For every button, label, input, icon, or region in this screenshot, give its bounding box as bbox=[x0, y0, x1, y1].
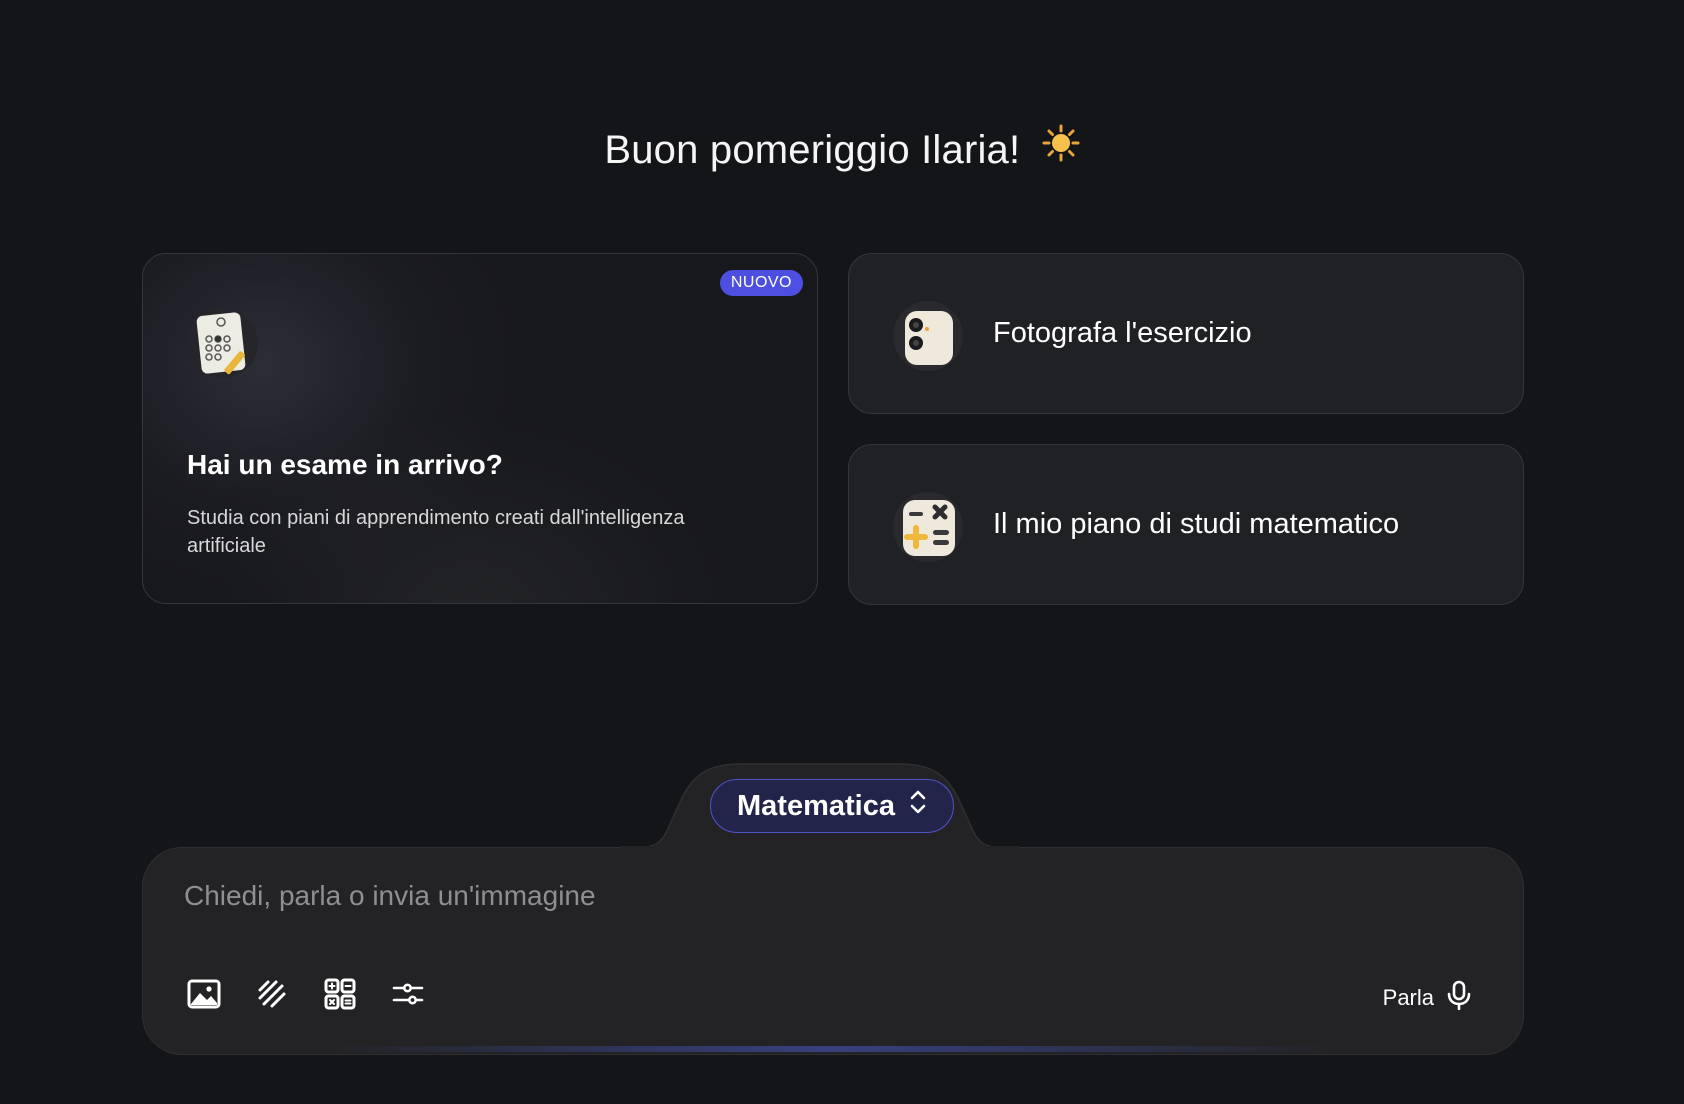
camera-icon bbox=[891, 299, 965, 378]
speak-button[interactable]: Parla bbox=[1383, 980, 1472, 1016]
composer-glow bbox=[330, 1046, 1330, 1052]
draw-icon[interactable] bbox=[254, 976, 290, 1012]
speak-label: Parla bbox=[1382, 985, 1434, 1010]
exam-card-title: Hai un esame in arrivo? bbox=[187, 449, 503, 480]
sliders-icon[interactable] bbox=[390, 976, 426, 1012]
photo-exercise-card[interactable]: Fotografa l'esercizio bbox=[848, 253, 1524, 414]
sun-icon bbox=[1042, 124, 1080, 172]
math-study-plan-label: Il mio piano di studi matematico bbox=[993, 508, 1400, 540]
chevron-up-down-icon bbox=[909, 788, 927, 824]
exam-sheet-icon bbox=[187, 306, 261, 385]
exam-card-description: Studia con piani di apprendimento creati… bbox=[187, 507, 685, 557]
calculator-grid-icon[interactable] bbox=[322, 976, 358, 1012]
calculator-icon bbox=[891, 490, 965, 569]
new-badge: NUOVO bbox=[719, 270, 803, 296]
subject-selector[interactable]: Matematica bbox=[710, 779, 954, 833]
composer-join bbox=[621, 846, 1019, 852]
greeting-text: Buon pomeriggio Ilaria! bbox=[604, 128, 1021, 172]
photo-exercise-label: Fotografa l'esercizio bbox=[993, 317, 1252, 349]
chat-input[interactable]: Chiedi, parla o invia un'immagine bbox=[184, 880, 596, 912]
subject-selector-label: Matematica bbox=[737, 789, 895, 822]
exam-card[interactable]: NUOVO Hai un esame in arrivo? Studia con… bbox=[142, 253, 818, 604]
greeting-heading: Buon pomeriggio Ilaria! bbox=[0, 124, 1684, 176]
chat-composer bbox=[142, 847, 1524, 1055]
microphone-icon bbox=[1446, 980, 1472, 1016]
math-study-plan-card[interactable]: Il mio piano di studi matematico bbox=[848, 444, 1524, 605]
image-icon[interactable] bbox=[186, 976, 222, 1012]
